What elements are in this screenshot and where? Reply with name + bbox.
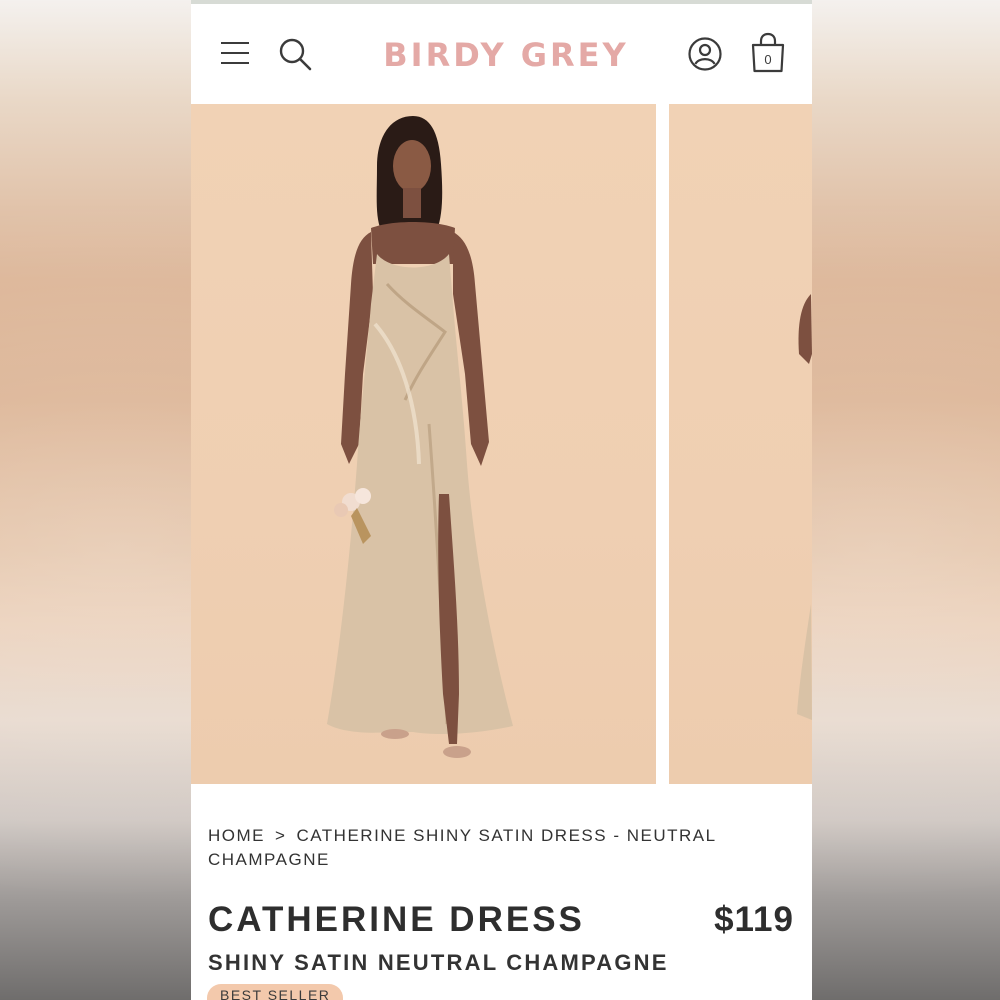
- bag-count: 0: [764, 52, 772, 67]
- product-image-next[interactable]: [669, 104, 812, 784]
- site-header: BIRDY GREY 0: [191, 4, 812, 104]
- product-price: $119: [714, 900, 794, 939]
- model-in-dress-illustration: [327, 116, 513, 758]
- mobile-page: BIRDY GREY 0 HOME > CATHERINE SHINY SATI…: [191, 0, 812, 1000]
- breadcrumb-home-link[interactable]: HOME: [208, 826, 265, 845]
- breadcrumb-separator: >: [275, 826, 287, 845]
- menu-icon[interactable]: [221, 40, 251, 66]
- product-title: CATHERINE DRESS: [208, 900, 585, 939]
- account-icon[interactable]: [687, 36, 723, 72]
- search-icon[interactable]: [277, 36, 313, 72]
- product-image-main[interactable]: [191, 104, 656, 784]
- brand-logo[interactable]: BIRDY GREY: [381, 36, 631, 74]
- product-subtitle: SHINY SATIN NEUTRAL CHAMPAGNE: [208, 950, 669, 975]
- product-gallery[interactable]: [191, 104, 812, 784]
- breadcrumb: HOME > CATHERINE SHINY SATIN DRESS - NEUTR…: [208, 824, 768, 872]
- best-seller-badge: BEST SELLER: [207, 984, 344, 1000]
- next-model-partial-illustration: [797, 294, 812, 720]
